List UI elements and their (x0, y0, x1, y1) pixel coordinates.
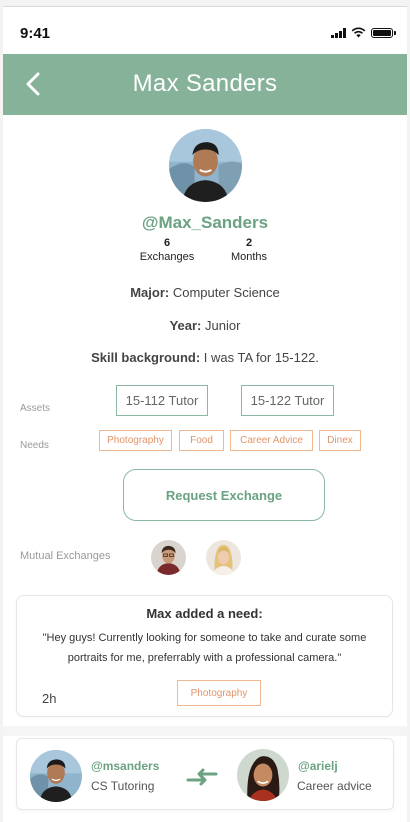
exchange-avatar-right (237, 749, 289, 801)
phone-screen: 9:41 Max Sanders @Max_Sanders 6 Exchange… (3, 6, 407, 822)
stat-months-value: 2 (245, 237, 253, 249)
exchange-avatar-left (30, 750, 82, 802)
status-icons (331, 27, 396, 38)
exchange-right-handle: @arielj (298, 759, 338, 773)
exchange-right-skill: Career advice (297, 779, 372, 793)
request-exchange-button[interactable]: Request Exchange (123, 469, 325, 521)
major-label: Major: (130, 285, 170, 300)
mutual-exchanges-label: Mutual Exchanges (20, 550, 111, 562)
page-title: Max Sanders (132, 70, 278, 97)
stat-exchanges-value: 6 (163, 237, 171, 249)
mutual-avatar[interactable] (206, 540, 241, 575)
activity-need-tag[interactable]: Photography (177, 680, 261, 706)
stat-months: 2 Months (221, 237, 277, 263)
exchange-left-skill: CS Tutoring (91, 779, 155, 793)
battery-icon (371, 27, 396, 38)
need-chip[interactable]: Career Advice (230, 430, 313, 451)
year-info: Year: Junior (3, 318, 407, 333)
stat-exchanges: 6 Exchanges (132, 237, 202, 263)
app-header: Max Sanders (3, 54, 407, 115)
activity-time: 2h (42, 691, 57, 706)
exchange-card[interactable]: @msanders CS Tutoring @arielj Career adv… (16, 738, 394, 810)
stat-months-label: Months (230, 251, 268, 263)
activity-text: "Hey guys! Currently looking for someone… (42, 632, 367, 664)
need-chip[interactable]: Photography (99, 430, 172, 451)
status-time: 9:41 (20, 25, 51, 42)
profile-avatar (169, 129, 242, 202)
mutual-avatar[interactable] (151, 540, 186, 575)
needs-label: Needs (20, 440, 49, 451)
activity-card: Max added a need: "Hey guys! Currently l… (16, 595, 393, 717)
need-chip[interactable]: Dinex (319, 430, 361, 451)
need-chip[interactable]: Food (179, 430, 224, 451)
skill-info: Skill background: I was TA for 15-122. (3, 350, 407, 365)
wifi-icon (351, 27, 366, 38)
skill-value: I was TA for 15-122. (203, 350, 319, 365)
stat-exchanges-label: Exchanges (139, 251, 195, 263)
year-label: Year: (169, 318, 202, 333)
major-value: Computer Science (172, 285, 280, 300)
assets-label: Assets (20, 403, 51, 414)
profile-handle: @Max_Sanders (141, 213, 269, 232)
asset-chip[interactable]: 15-112 Tutor (116, 385, 208, 416)
skill-label: Skill background: (91, 350, 201, 365)
year-value: Junior (205, 318, 241, 333)
asset-chip[interactable]: 15-122 Tutor (241, 385, 334, 416)
swap-arrows-icon (186, 768, 218, 786)
status-bar: 9:41 (3, 7, 407, 53)
signal-icon (331, 27, 346, 38)
major-info: Major: Computer Science (3, 285, 407, 300)
exchange-left-handle: @msanders (91, 759, 160, 773)
activity-title: Max added a need: (146, 606, 263, 621)
divider (3, 726, 407, 736)
